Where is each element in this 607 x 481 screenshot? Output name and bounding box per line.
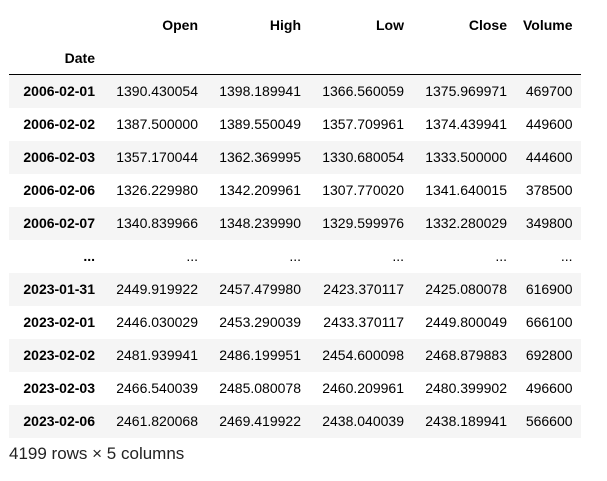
cell-low: 2423.370117 <box>323 281 404 297</box>
cell-open: 1387.500000 <box>116 116 198 132</box>
cell-open: 1340.839966 <box>116 215 198 231</box>
cell-high: 1362.369995 <box>219 149 301 165</box>
cell-volume: 349800 <box>525 215 573 231</box>
cell-close: 1374.439941 <box>425 116 507 132</box>
column-header-row: Open High Low Close Volume <box>9 8 581 41</box>
cell-close: ... <box>495 248 507 264</box>
cell-high: 1342.209961 <box>219 182 301 198</box>
row-index-date: 2006-02-06 <box>23 182 95 198</box>
column-header-high: High <box>269 16 301 33</box>
cell-close: 1341.640015 <box>425 182 507 198</box>
cell-open: ... <box>186 248 198 264</box>
column-header-volume: Volume <box>523 16 573 33</box>
cell-open: 1357.170044 <box>116 149 198 165</box>
cell-high: 2469.419922 <box>219 413 301 429</box>
cell-high: ... <box>289 248 301 264</box>
row-index-date: 2023-02-02 <box>23 347 95 363</box>
table-header: Open High Low Close Volume Date <box>9 8 581 75</box>
column-header-open: Open <box>162 16 198 33</box>
cell-volume: 666100 <box>525 314 573 330</box>
cell-low: 1307.770020 <box>322 182 404 198</box>
cell-close: 1375.969971 <box>425 83 507 100</box>
cell-volume: 566600 <box>525 413 573 429</box>
cell-low: 1357.709961 <box>322 116 404 132</box>
table-row: 2006-02-06 1326.229980 1342.209961 1307.770… <box>9 173 581 207</box>
index-corner-cell <box>9 8 103 41</box>
cell-close: 1333.500000 <box>425 149 507 165</box>
cell-volume: 444600 <box>525 149 573 165</box>
table-row: .................. <box>9 239 581 273</box>
row-index-date: 2006-02-02 <box>23 116 95 132</box>
cell-low: 2460.209961 <box>322 380 404 396</box>
cell-open: 2449.919922 <box>116 281 198 297</box>
cell-high: 2457.479980 <box>219 281 301 297</box>
row-index-date: 2023-02-06 <box>23 413 95 429</box>
row-index-date: 2006-02-07 <box>23 215 95 231</box>
cell-volume: 469700 <box>525 83 573 100</box>
cell-volume: 496600 <box>525 380 573 396</box>
row-index-date: 2006-02-03 <box>23 149 95 165</box>
cell-close: 2425.080078 <box>425 281 507 297</box>
table-row: 2006-02-03 1357.170044 1362.369995 1330.680… <box>9 140 581 174</box>
column-header-low: Low <box>376 16 404 33</box>
table-row: 2023-02-01 2446.030029 2453.290039 2433.370… <box>9 305 581 339</box>
cell-close: 2449.800049 <box>425 314 507 330</box>
cell-volume: 692800 <box>525 347 573 363</box>
table-row: 2023-02-06 2461.820068 2469.419922 2438.040… <box>9 404 581 438</box>
cell-high: 1389.550049 <box>219 116 301 132</box>
cell-close: 1332.280029 <box>425 215 507 231</box>
cell-low: 2433.370117 <box>323 314 404 330</box>
cell-open: 2481.939941 <box>116 347 198 363</box>
table-body: 2006-02-01 1390.430054 1398.189941 1366.560… <box>9 74 581 438</box>
cell-high: 1348.239990 <box>219 215 301 231</box>
cell-volume: 378500 <box>525 182 573 198</box>
cell-close: 2468.879883 <box>425 347 507 363</box>
table-row: 2023-02-03 2466.540039 2485.080078 2460.209… <box>9 371 581 405</box>
cell-low: 1329.599976 <box>322 215 404 231</box>
cell-low: 2454.600098 <box>322 347 404 363</box>
cell-close: 2480.399902 <box>425 380 507 396</box>
cell-high: 2486.199951 <box>219 347 301 363</box>
cell-volume: ... <box>560 248 573 264</box>
dataframe-table: Open High Low Close Volume Date 2006-02-… <box>9 8 581 438</box>
dataframe-output: Open High Low Close Volume Date 2006-02-… <box>9 8 581 438</box>
cell-high: 1398.189941 <box>219 83 301 100</box>
index-name-header: Date <box>64 49 95 66</box>
table-row: 2006-02-07 1340.839966 1348.239990 1329.599… <box>9 206 581 240</box>
dataframe-shape-text: 4199 rows × 5 columns <box>9 444 185 463</box>
row-index-date: 2023-02-01 <box>23 314 95 330</box>
table-row: 2006-02-02 1387.500000 1389.550049 1357.709… <box>9 107 581 141</box>
cell-low: 1330.680054 <box>322 149 404 165</box>
row-index-date: 2006-02-01 <box>23 83 95 100</box>
cell-open: 1390.430054 <box>116 83 198 100</box>
index-name-row: Date <box>9 41 581 75</box>
row-index-date: 2023-02-03 <box>23 380 95 396</box>
cell-low: ... <box>392 248 404 264</box>
cell-low: 1366.560059 <box>322 83 404 100</box>
table-row: 2023-01-31 2449.919922 2457.479980 2423.370… <box>9 272 581 306</box>
cell-volume: 616900 <box>525 281 573 297</box>
cell-high: 2485.080078 <box>219 380 301 396</box>
column-header-close: Close <box>468 16 507 33</box>
cell-open: 2461.820068 <box>116 413 198 429</box>
cell-high: 2453.290039 <box>219 314 301 330</box>
cell-volume: 449600 <box>525 116 573 132</box>
cell-close: 2438.189941 <box>425 413 507 429</box>
cell-open: 1326.229980 <box>116 182 198 198</box>
cell-open: 2466.540039 <box>116 380 198 396</box>
cell-low: 2438.040039 <box>322 413 404 429</box>
row-index-date: 2023-01-31 <box>23 281 95 297</box>
table-row: 2006-02-01 1390.430054 1398.189941 1366.560… <box>9 74 581 108</box>
row-index-date: ... <box>83 248 95 264</box>
table-row: 2023-02-02 2481.939941 2486.199951 2454.600… <box>9 338 581 372</box>
cell-open: 2446.030029 <box>116 314 198 330</box>
